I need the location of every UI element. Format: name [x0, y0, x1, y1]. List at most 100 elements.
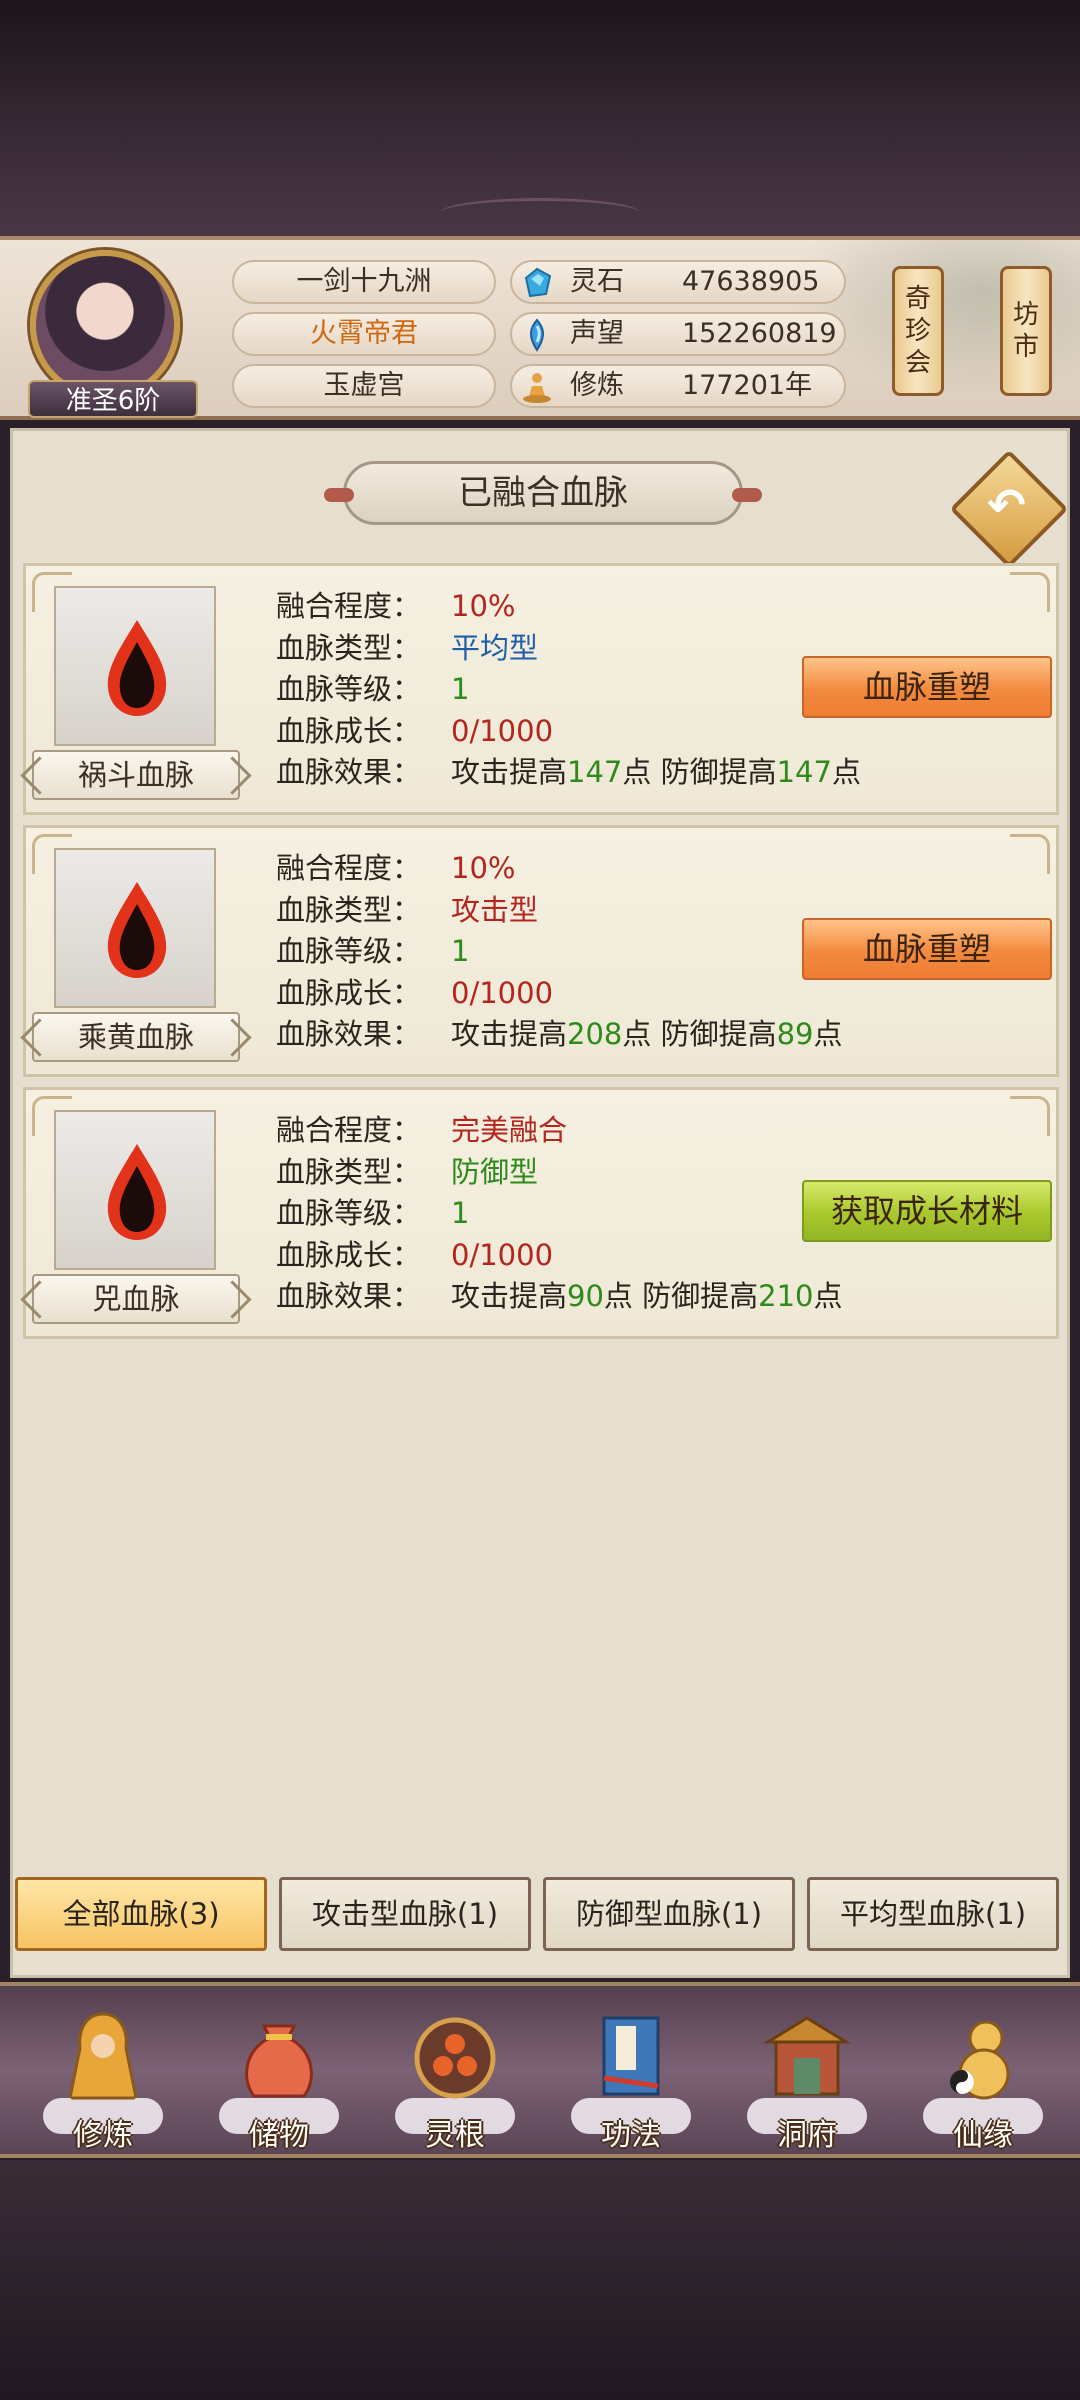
attr-row-growth: 血脉成长： 0/1000: [276, 973, 836, 1015]
attr-value: 0/1000: [451, 713, 554, 748]
stat-value: 177201年: [682, 370, 813, 401]
attr-key: 血脉类型：: [276, 630, 422, 665]
back-button[interactable]: ↶: [949, 449, 1069, 569]
attr-key: 血脉等级：: [276, 1196, 422, 1230]
bloodline-icon-frame[interactable]: [54, 848, 216, 1008]
bloodline-attributes: 融合程度： 10% 血脉类型： 平均型 血脉等级： 1 血脉成长： 0/1000 血脉效…: [276, 586, 861, 794]
cultivation-meditation-icon: [523, 373, 551, 403]
card-corner-ornament: [1010, 1096, 1050, 1136]
nav-immortal-fate[interactable]: 仙缘: [908, 1998, 1058, 2158]
attr-row-effect: 血脉效果： 攻击提高147点 防御提高147点: [276, 752, 861, 794]
nav-technique[interactable]: 功法: [556, 1998, 706, 2158]
bloodline-filter-tabs: 全部血脉(3) 攻击型血脉(1) 防御型血脉(1) 平均型血脉(1): [13, 1877, 1073, 1957]
tab-all-bloodlines[interactable]: 全部血脉(3): [15, 1877, 267, 1951]
blood-drop-icon: [107, 1144, 167, 1240]
effect-text: 点 防御提高: [622, 755, 777, 789]
stat-spirit-stone: 灵石 47638905: [510, 260, 846, 304]
avatar-area[interactable]: 准圣6阶: [28, 250, 198, 418]
bloodline-card: 乘黄血脉 融合程度： 10% 血脉类型： 攻击型 血脉等级： 1 血脉成长： 0/100…: [23, 825, 1059, 1077]
effect-text: 点: [813, 1279, 843, 1313]
avatar[interactable]: [30, 250, 180, 400]
nav-cave-mansion[interactable]: 洞府: [732, 1998, 882, 2158]
spirit-root-icon: [414, 2017, 496, 2099]
nav-spirit-root[interactable]: 灵根: [380, 1998, 530, 2158]
attr-row-effect: 血脉效果： 攻击提高208点 防御提高89点: [276, 1014, 843, 1056]
bloodline-name: 乘黄血脉: [32, 1012, 240, 1062]
effect-text: 攻击提高: [451, 1017, 568, 1051]
storage-bag-icon: [245, 2024, 313, 2098]
effect-text: 点 防御提高: [603, 1279, 759, 1313]
nav-storage[interactable]: 储物: [204, 1998, 354, 2158]
effect-text: 攻击提高: [451, 1279, 568, 1313]
attr-row-effect: 血脉效果： 攻击提高90点 防御提高210点: [276, 1276, 843, 1318]
bottom-background: [0, 2160, 1080, 2400]
tab-defense-bloodlines[interactable]: 防御型血脉(1): [543, 1877, 795, 1951]
stat-cultivation: 修炼 177201年: [510, 364, 846, 408]
technique-book-icon: [602, 2016, 660, 2096]
attr-row-growth: 血脉成长： 0/1000: [276, 1235, 836, 1277]
bloodline-card: 兕血脉 融合程度： 完美融合 血脉类型： 防御型 血脉等级： 1 血脉成长： 0/100…: [23, 1087, 1059, 1339]
attr-key: 血脉成长：: [276, 713, 422, 748]
treasure-market-char: 会: [904, 348, 931, 378]
nav-label: 仙缘: [953, 2118, 1013, 2153]
attr-row-level: 血脉等级： 1: [276, 931, 836, 973]
attr-row-fusion: 融合程度： 完美融合: [276, 1110, 836, 1152]
market-char: 坊: [1012, 300, 1039, 330]
attr-key: 血脉效果：: [276, 755, 422, 789]
attr-value: 攻击型: [451, 892, 539, 927]
effect-number: 210: [758, 1279, 814, 1313]
bloodline-name: 祸斗血脉: [32, 750, 240, 800]
bloodline-reshape-button[interactable]: 血脉重塑: [802, 656, 1052, 718]
get-growth-material-button[interactable]: 获取成长材料: [802, 1180, 1052, 1242]
effect-text: 点: [813, 1017, 843, 1051]
attr-key: 血脉类型：: [276, 1154, 422, 1189]
attr-row-type: 血脉类型： 平均型: [276, 628, 836, 670]
rank-badge: 准圣6阶: [28, 380, 198, 418]
player-header: 准圣6阶 一剑十九洲 火霄帝君 玉虚宫 灵石 47638905 声望 15226…: [0, 236, 1080, 420]
attr-value: 1: [451, 934, 470, 968]
treasure-market-char: 珍: [904, 316, 931, 346]
treasure-market-char: 奇: [904, 284, 931, 314]
attr-value: 完美融合: [451, 1113, 568, 1147]
attr-row-growth: 血脉成长： 0/1000: [276, 711, 836, 753]
nav-label: 储物: [249, 2118, 309, 2153]
nav-label: 洞府: [777, 2118, 837, 2153]
market-char: 市: [1012, 332, 1039, 362]
stat-label: 声望: [570, 318, 624, 349]
tab-balanced-bloodlines[interactable]: 平均型血脉(1): [807, 1877, 1059, 1951]
attr-value: 10%: [451, 851, 516, 885]
attr-value: 1: [451, 672, 470, 706]
nav-cultivate[interactable]: 修炼: [28, 1998, 178, 2158]
bloodline-card: 祸斗血脉 融合程度： 10% 血脉类型： 平均型 血脉等级： 1 血脉成长： 0/100…: [23, 563, 1059, 815]
effect-number: 147: [776, 755, 832, 789]
effect-text: 攻击提高: [451, 755, 568, 789]
attr-row-level: 血脉等级： 1: [276, 1193, 836, 1235]
top-ornament: [440, 198, 640, 228]
attr-row-type: 血脉类型： 攻击型: [276, 890, 836, 932]
card-corner-ornament: [1010, 572, 1050, 612]
stat-label: 灵石: [570, 266, 624, 297]
bloodline-attributes: 融合程度： 完美融合 血脉类型： 防御型 血脉等级： 1 血脉成长： 0/1000 血脉…: [276, 1110, 843, 1318]
bloodline-icon-frame[interactable]: [54, 586, 216, 746]
attr-row-type: 血脉类型： 防御型: [276, 1152, 836, 1194]
server-name: 一剑十九洲: [232, 260, 496, 304]
effect-number: 208: [567, 1017, 623, 1051]
attr-value: 0/1000: [451, 975, 554, 1010]
treasure-market-button[interactable]: 奇 珍 会: [892, 266, 944, 396]
attr-value: 平均型: [451, 630, 539, 665]
attr-value: 10%: [451, 589, 516, 623]
nav-label: 功法: [601, 2118, 661, 2153]
bloodline-icon-frame[interactable]: [54, 1110, 216, 1270]
attr-row-level: 血脉等级： 1: [276, 669, 836, 711]
stat-value: 47638905: [682, 266, 820, 297]
stat-label: 修炼: [570, 370, 624, 401]
tab-attack-bloodlines[interactable]: 攻击型血脉(1): [279, 1877, 531, 1951]
market-button[interactable]: 坊 市: [1000, 266, 1052, 396]
attr-key: 融合程度：: [276, 1113, 422, 1147]
sect-name: 玉虚宫: [232, 364, 496, 408]
attr-key: 血脉类型：: [276, 892, 422, 927]
attr-key: 血脉成长：: [276, 1237, 422, 1272]
blood-drop-icon: [107, 620, 167, 716]
effect-number: 89: [776, 1017, 814, 1051]
bloodline-reshape-button[interactable]: 血脉重塑: [802, 918, 1052, 980]
